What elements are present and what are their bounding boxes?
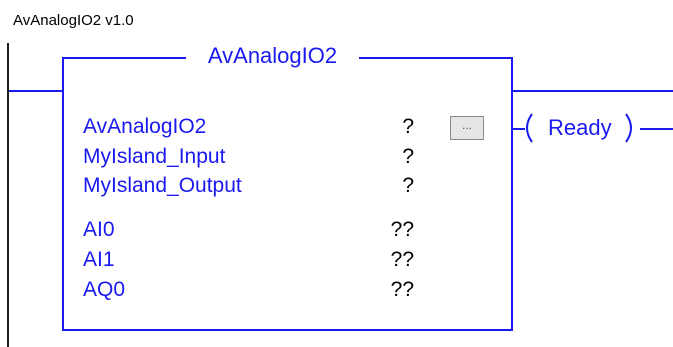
- coil-right-paren: [625, 113, 632, 143]
- block-top-border-left: [62, 57, 186, 59]
- param-value[interactable]: ?: [374, 115, 414, 139]
- param-name: MyIsland_Output: [83, 174, 242, 197]
- param-name: AI0: [83, 218, 115, 241]
- browse-button[interactable]: ...: [450, 116, 484, 140]
- param-name: MyIsland_Input: [83, 145, 226, 168]
- coil-left-paren: [526, 113, 533, 143]
- rung-title: AvAnalogIO2 v1.0: [13, 12, 134, 29]
- param-value[interactable]: ?: [374, 174, 414, 198]
- output-wire-top: [513, 90, 673, 92]
- param-value[interactable]: ?: [374, 145, 414, 169]
- param-name: AQ0: [83, 278, 126, 301]
- param-value[interactable]: ??: [374, 248, 414, 272]
- left-power-rail: [7, 43, 9, 347]
- block-top-border-right: [359, 57, 513, 59]
- param-name: AI1: [83, 248, 115, 271]
- param-name: AvAnalogIO2: [83, 115, 207, 138]
- param-value[interactable]: ??: [374, 218, 414, 242]
- param-value[interactable]: ??: [374, 278, 414, 302]
- coil-label[interactable]: Ready: [548, 115, 612, 141]
- input-wire: [9, 90, 63, 92]
- block-title: AvAnalogIO2: [207, 43, 338, 68]
